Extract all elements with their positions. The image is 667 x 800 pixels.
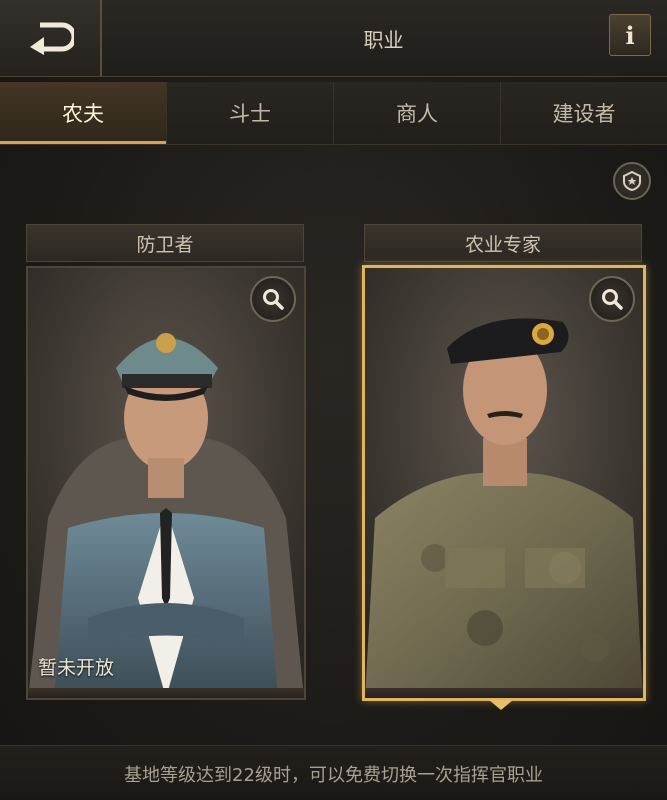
back-arrow-icon	[30, 22, 74, 55]
zoom-button-defender[interactable]	[250, 276, 296, 322]
tab-farmer[interactable]: 农夫	[0, 82, 167, 144]
tab-merchant[interactable]: 商人	[334, 82, 501, 144]
locked-status: 暂未开放	[38, 657, 115, 679]
zoom-button-agri-expert[interactable]	[589, 276, 635, 322]
footer-note: 基地等级达到22级时，可以免费切换一次指挥官职业	[0, 745, 667, 800]
card-title-defender: 防卫者	[26, 224, 304, 262]
badge-filter-icon	[623, 170, 641, 192]
back-button[interactable]	[0, 0, 102, 76]
tab-bar: 农夫 斗士 商人 建设者	[0, 82, 667, 145]
card-title-agri-expert: 农业专家	[364, 224, 642, 262]
header-bar: 职业 i	[0, 0, 667, 77]
page-title: 职业	[363, 27, 404, 52]
card-footer-bar	[365, 688, 643, 698]
tab-fighter[interactable]: 斗士	[167, 82, 334, 144]
selected-indicator-arrow-icon	[489, 700, 513, 710]
magnifier-icon	[602, 289, 623, 310]
agri-expert-portrait	[365, 268, 643, 698]
magnifier-icon	[263, 289, 284, 310]
profession-screen: 职业 i 农夫 斗士 商人 建设者 防卫者 暂未开放 农业专家 基地等级达到22…	[0, 0, 667, 800]
filter-button[interactable]	[613, 162, 651, 200]
info-button[interactable]: i	[609, 14, 651, 56]
defender-portrait	[28, 268, 304, 698]
tab-builder[interactable]: 建设者	[501, 82, 667, 144]
card-footer-bar	[28, 688, 304, 698]
card-defender[interactable]: 暂未开放	[26, 266, 306, 700]
card-agri-expert[interactable]	[362, 265, 646, 701]
